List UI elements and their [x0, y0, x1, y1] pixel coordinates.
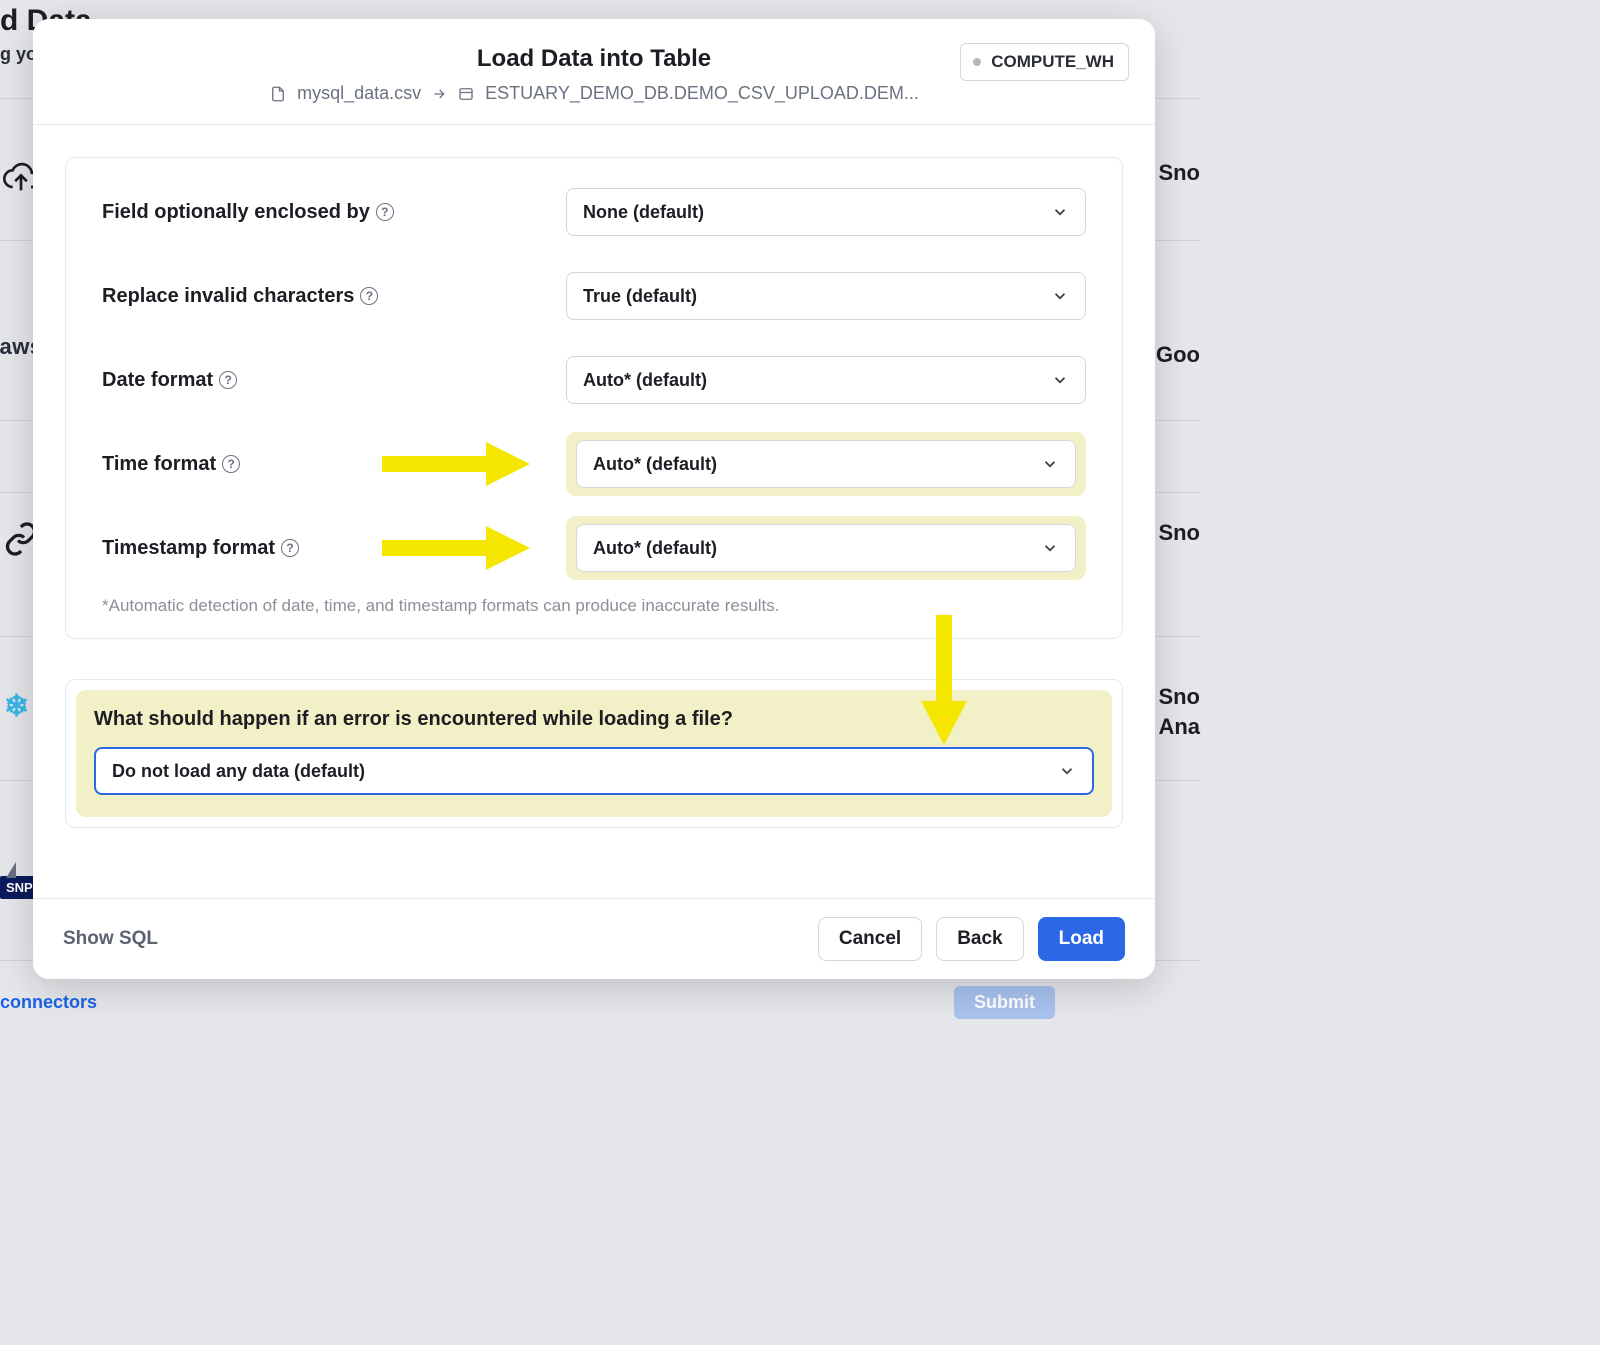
page-subtitle-fragment: g yo — [0, 44, 37, 65]
date-format-label: Date format — [102, 369, 213, 392]
field-enclosed-value: None (default) — [583, 202, 704, 223]
error-handling-select[interactable]: Do not load any data (default) — [94, 747, 1094, 795]
field-enclosed-label: Field optionally enclosed by — [102, 201, 370, 224]
bg-item-goo: Goo — [1156, 342, 1200, 368]
help-icon[interactable]: ? — [219, 371, 237, 389]
source-file: mysql_data.csv — [297, 83, 421, 104]
table-icon — [457, 85, 475, 103]
highlight-timestamp-format: Auto* (default) — [566, 516, 1086, 580]
snowflake-icon: ❄ — [4, 692, 29, 722]
time-format-value: Auto* (default) — [593, 454, 717, 475]
submit-button-bg: Submit — [954, 986, 1055, 1019]
error-handling-card: What should happen if an error is encoun… — [65, 679, 1123, 828]
error-handling-question: What should happen if an error is encoun… — [94, 708, 1094, 731]
chevron-down-icon — [1051, 287, 1069, 305]
bg-item-sno-3: Sno — [1158, 684, 1200, 710]
date-format-value: Auto* (default) — [583, 370, 707, 391]
option-field-enclosed: Field optionally enclosed by ? None (def… — [102, 170, 1086, 254]
timestamp-format-value: Auto* (default) — [593, 538, 717, 559]
chevron-down-icon — [1051, 203, 1069, 221]
back-button[interactable]: Back — [936, 917, 1023, 961]
help-icon[interactable]: ? — [376, 203, 394, 221]
help-icon[interactable]: ? — [281, 539, 299, 557]
replace-invalid-value: True (default) — [583, 286, 697, 307]
date-format-select[interactable]: Auto* (default) — [566, 356, 1086, 404]
modal-footer: Show SQL Cancel Back Load — [33, 898, 1155, 979]
highlight-error-handling: What should happen if an error is encoun… — [76, 690, 1112, 817]
warehouse-badge[interactable]: COMPUTE_WH — [960, 43, 1129, 81]
chevron-down-icon — [1041, 455, 1059, 473]
file-icon — [269, 85, 287, 103]
bg-item-sno-2: Sno — [1158, 520, 1200, 546]
error-handling-value: Do not load any data (default) — [112, 761, 365, 782]
auto-detect-footnote: *Automatic detection of date, time, and … — [102, 596, 1086, 616]
option-replace-invalid: Replace invalid characters ? True (defau… — [102, 254, 1086, 338]
cancel-button[interactable]: Cancel — [818, 917, 922, 961]
bg-item-ana: Ana — [1158, 714, 1200, 740]
connectors-link[interactable]: connectors — [0, 992, 97, 1013]
option-date-format: Date format ? Auto* (default) — [102, 338, 1086, 422]
file-format-options-card: Field optionally enclosed by ? None (def… — [65, 157, 1123, 639]
timestamp-format-select[interactable]: Auto* (default) — [576, 524, 1076, 572]
option-timestamp-format: Timestamp format ? Auto* (default) — [102, 506, 1086, 590]
highlight-time-format: Auto* (default) — [566, 432, 1086, 496]
help-icon[interactable]: ? — [222, 455, 240, 473]
warehouse-name: COMPUTE_WH — [991, 52, 1114, 71]
modal-header: Load Data into Table COMPUTE_WH mysql_da… — [33, 19, 1155, 125]
modal-path: mysql_data.csv ESTUARY_DEMO_DB.DEMO_CSV_… — [57, 83, 1131, 104]
option-time-format: Time format ? Auto* (default) — [102, 422, 1086, 506]
arrow-right-icon — [431, 86, 447, 102]
field-enclosed-select[interactable]: None (default) — [566, 188, 1086, 236]
chevron-down-icon — [1041, 539, 1059, 557]
replace-invalid-select[interactable]: True (default) — [566, 272, 1086, 320]
time-format-label: Time format — [102, 453, 216, 476]
load-button[interactable]: Load — [1038, 917, 1125, 961]
chevron-down-icon — [1051, 371, 1069, 389]
load-data-modal: Load Data into Table COMPUTE_WH mysql_da… — [33, 19, 1155, 979]
modal-body: Field optionally enclosed by ? None (def… — [33, 125, 1155, 898]
time-format-select[interactable]: Auto* (default) — [576, 440, 1076, 488]
replace-invalid-label: Replace invalid characters — [102, 285, 354, 308]
show-sql-link[interactable]: Show SQL — [63, 928, 158, 950]
bg-item-sno-1: Sno — [1158, 160, 1200, 186]
timestamp-format-label: Timestamp format — [102, 537, 275, 560]
target-table: ESTUARY_DEMO_DB.DEMO_CSV_UPLOAD.DEM... — [485, 83, 919, 104]
chevron-down-icon — [1058, 762, 1076, 780]
help-icon[interactable]: ? — [360, 287, 378, 305]
